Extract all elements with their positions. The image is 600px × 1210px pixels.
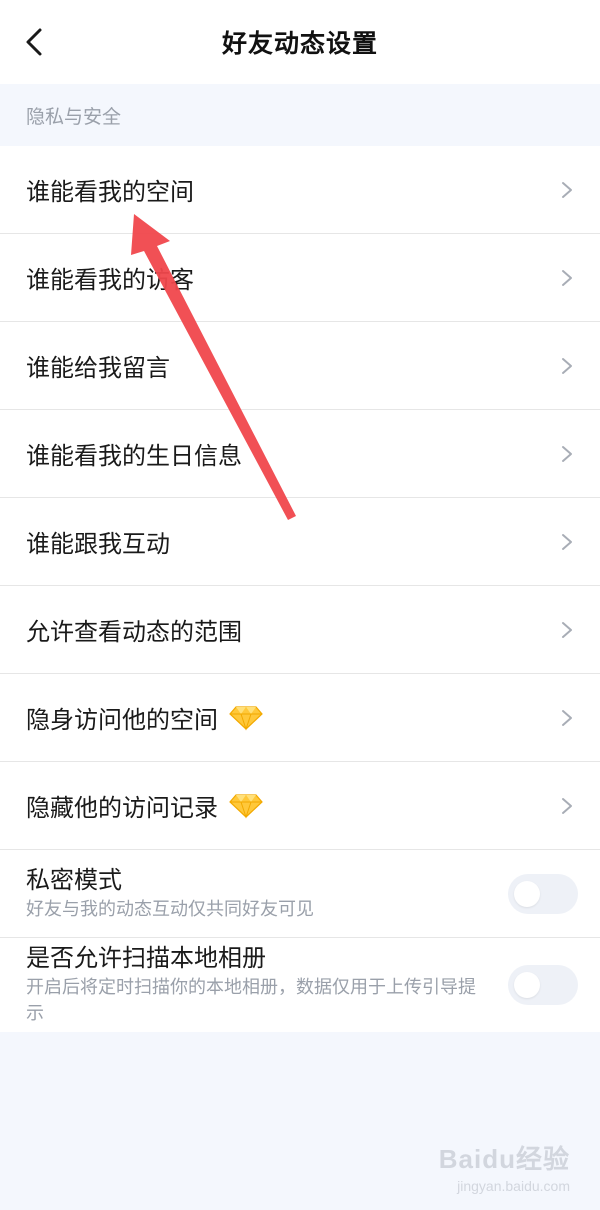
top-bar: 好友动态设置	[0, 0, 600, 84]
settings-list: 谁能看我的空间 谁能看我的访客 谁能给我留言 谁能看我的生日信息 谁能跟我互动 …	[0, 146, 600, 1032]
page-title: 好友动态设置	[221, 29, 378, 58]
menu-item-label: 隐身访问他的空间	[26, 706, 218, 734]
menu-item-who-can-view-space[interactable]: 谁能看我的空间	[0, 146, 600, 234]
chevron-right-icon	[558, 797, 576, 815]
toggle-title: 是否允许扫描本地相册	[26, 944, 266, 972]
chevron-right-icon	[558, 181, 576, 199]
toggle-row-private-mode: 私密模式 好友与我的动态互动仅共同好友可见	[0, 850, 600, 938]
menu-item-who-can-view-visitors[interactable]: 谁能看我的访客	[0, 234, 600, 322]
back-button[interactable]	[14, 22, 54, 62]
scan-album-switch[interactable]	[508, 965, 578, 1005]
watermark-url: jingyan.baidu.com	[457, 1178, 570, 1194]
menu-item-label: 谁能看我的生日信息	[26, 442, 242, 470]
toggle-title: 私密模式	[26, 865, 122, 894]
menu-item-label: 谁能看我的空间	[26, 178, 194, 206]
toggle-subtitle: 好友与我的动态互动仅共同好友可见	[26, 898, 314, 920]
toggle-row-scan-album: 是否允许扫描本地相册 开启后将定时扫描你的本地相册，数据仅用于上传引导提示	[0, 938, 600, 1032]
switch-knob	[514, 972, 540, 998]
menu-item-label: 谁能给我留言	[26, 354, 170, 382]
menu-item-invisible-visit[interactable]: 隐身访问他的空间	[0, 674, 600, 762]
chevron-right-icon	[558, 269, 576, 287]
diamond-icon	[229, 705, 263, 731]
chevron-right-icon	[558, 357, 576, 375]
menu-item-label: 谁能跟我互动	[26, 530, 170, 558]
chevron-left-icon	[26, 28, 42, 56]
menu-item-who-can-view-birthday[interactable]: 谁能看我的生日信息	[0, 410, 600, 498]
chevron-right-icon	[558, 533, 576, 551]
private-mode-switch[interactable]	[508, 873, 578, 914]
toggle-subtitle: 开启后将定时扫描你的本地相册，数据仅用于上传引导提示	[26, 977, 476, 1024]
diamond-icon	[229, 793, 263, 819]
menu-item-label: 谁能看我的访客	[26, 266, 194, 294]
menu-item-label: 允许查看动态的范围	[26, 618, 242, 646]
watermark: Baidu经验 jingyan.baidu.com	[439, 1139, 570, 1194]
menu-item-feed-visibility-range[interactable]: 允许查看动态的范围	[0, 586, 600, 674]
menu-item-hide-visit-record[interactable]: 隐藏他的访问记录	[0, 762, 600, 850]
switch-knob	[514, 880, 540, 907]
section-header: 隐私与安全	[0, 84, 600, 146]
chevron-right-icon	[558, 445, 576, 463]
menu-item-who-can-leave-message[interactable]: 谁能给我留言	[0, 322, 600, 410]
menu-item-label: 隐藏他的访问记录	[26, 794, 218, 822]
chevron-right-icon	[558, 621, 576, 639]
watermark-brand: Baidu经验	[438, 1144, 570, 1174]
chevron-right-icon	[558, 709, 576, 727]
menu-item-who-can-interact[interactable]: 谁能跟我互动	[0, 498, 600, 586]
